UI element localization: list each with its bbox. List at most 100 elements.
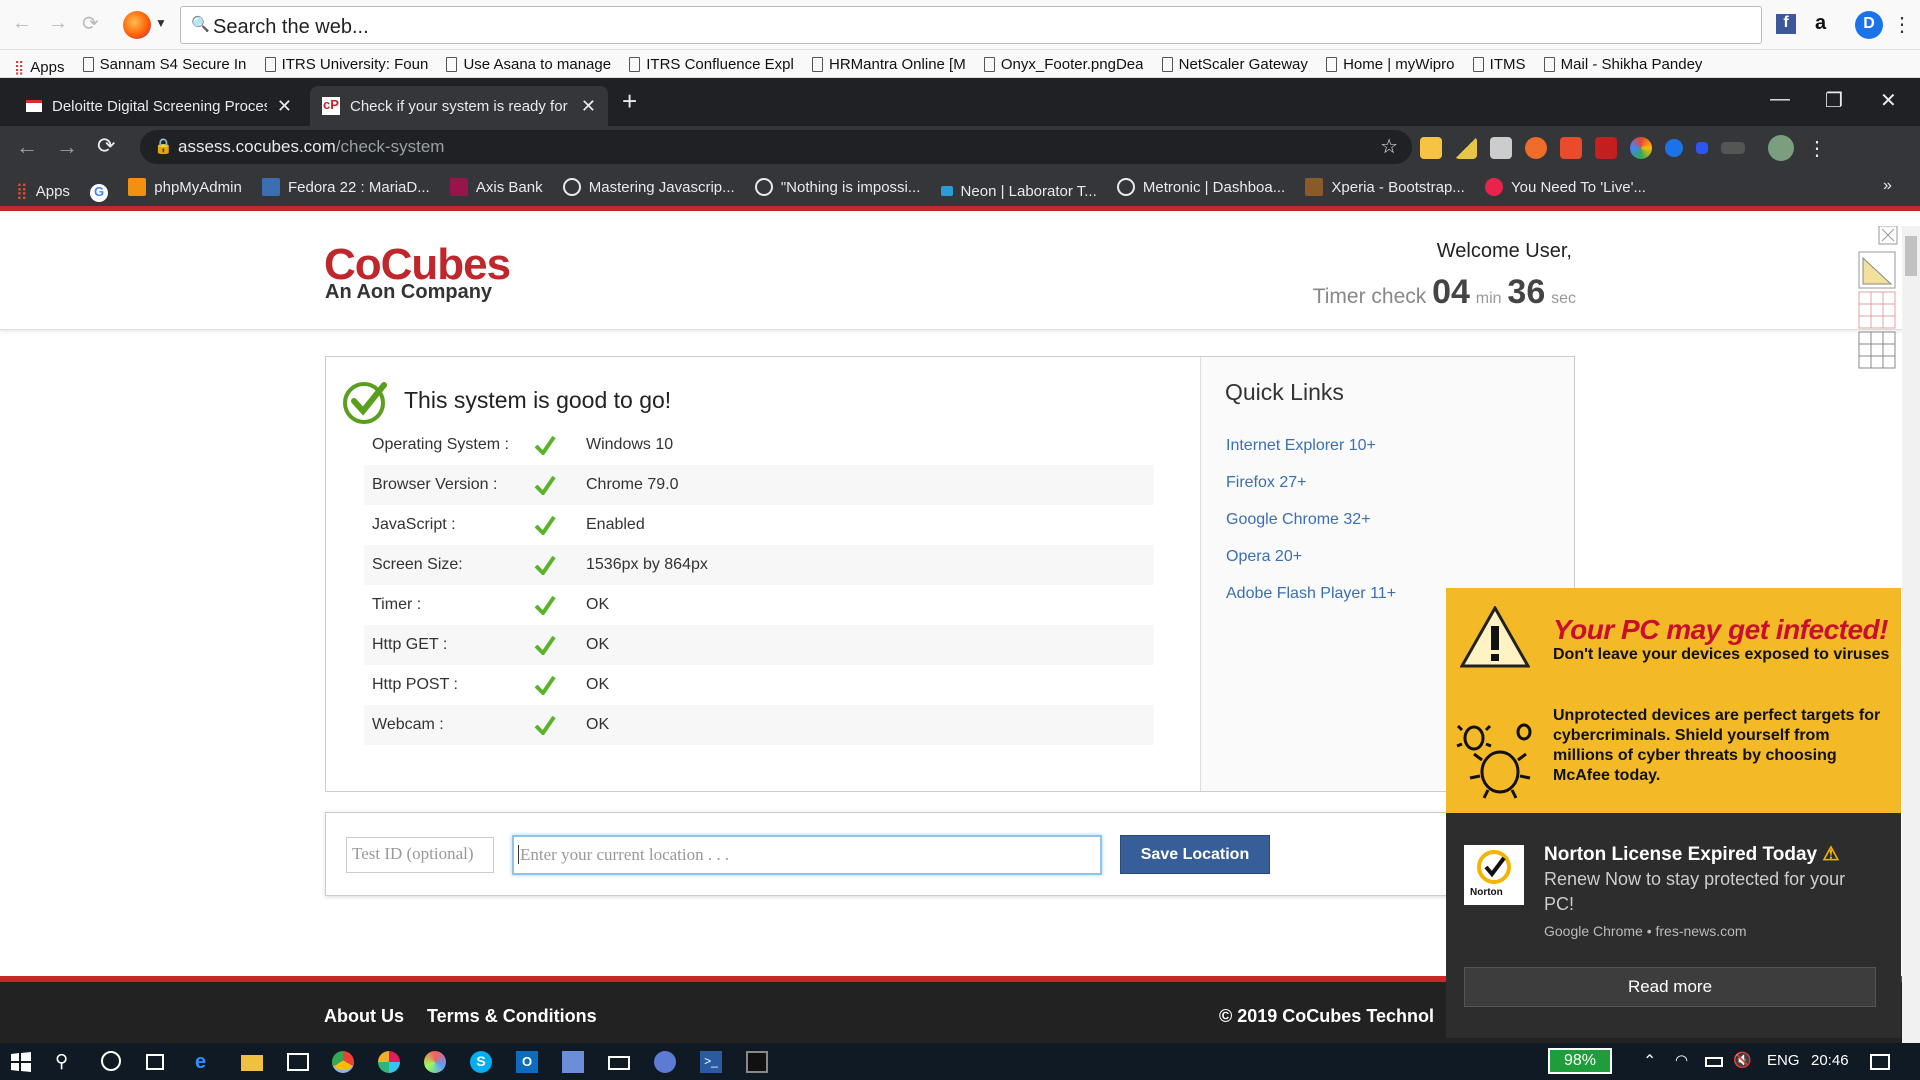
location-input[interactable]: Enter your current location . . . xyxy=(512,835,1102,875)
bookmark-item[interactable]: Use Asana to manage xyxy=(446,50,611,77)
battery-icon[interactable] xyxy=(1705,1057,1723,1067)
cortana-icon[interactable] xyxy=(101,1051,121,1071)
chevron-down-icon[interactable]: ▼ xyxy=(155,16,167,30)
outlook-icon[interactable]: O xyxy=(516,1051,538,1073)
bookmark-item[interactable]: ITRS Confluence Expl xyxy=(629,50,794,77)
bookmark-apps[interactable]: ⣿ Apps xyxy=(14,53,64,77)
menu-icon[interactable]: ⋮ xyxy=(1807,136,1827,161)
read-more-button[interactable]: Read more xyxy=(1464,967,1876,1007)
chevron-up-icon[interactable]: ⌃ xyxy=(1643,1051,1665,1073)
amazon-icon[interactable]: a xyxy=(1815,12,1826,35)
firefox-logo-icon[interactable] xyxy=(123,11,151,39)
bookmark-item[interactable]: Axis Bank xyxy=(449,168,543,206)
extension-icon[interactable] xyxy=(1525,137,1547,159)
test-id-input[interactable]: Test ID (optional) xyxy=(346,837,494,873)
search-icon[interactable]: ⚲ xyxy=(55,1051,77,1073)
chrome-icon[interactable] xyxy=(332,1051,354,1073)
file-explorer-icon[interactable] xyxy=(241,1055,263,1071)
bookmark-item[interactable]: Xperia - Bootstrap... xyxy=(1305,168,1465,206)
extension-icon[interactable] xyxy=(1490,137,1512,159)
forward-icon[interactable]: → xyxy=(48,12,68,35)
chevron-right-icon[interactable]: » xyxy=(1883,177,1892,195)
task-view-icon[interactable] xyxy=(146,1054,164,1070)
quick-link-ie[interactable]: Internet Explorer 10+ xyxy=(1226,437,1376,455)
bookmark-item[interactable]: Mail - Shikha Pandey xyxy=(1543,50,1702,77)
extension-icon[interactable] xyxy=(1420,137,1442,159)
bookmark-apps[interactable]: ⣿ Apps xyxy=(16,172,70,206)
extension-icon[interactable] xyxy=(1665,139,1683,157)
mcafee-ad-popup[interactable]: Your PC may get infected! Don't leave yo… xyxy=(1446,588,1901,813)
forward-icon[interactable]: → xyxy=(56,134,78,160)
minimize-icon[interactable]: — xyxy=(1770,88,1790,111)
reload-icon[interactable]: ⟳ xyxy=(82,11,99,36)
bookmark-item[interactable]: Mastering Javascrip... xyxy=(562,168,735,206)
skype-icon[interactable]: S xyxy=(470,1051,492,1073)
close-icon[interactable]: ✕ xyxy=(581,96,596,117)
notifications-icon[interactable] xyxy=(1870,1054,1890,1070)
avatar[interactable] xyxy=(1768,135,1794,161)
about-us-link[interactable]: About Us xyxy=(324,1006,404,1027)
quick-link-firefox[interactable]: Firefox 27+ xyxy=(1226,474,1306,492)
bookmark-google[interactable]: G xyxy=(90,174,109,206)
norton-notification[interactable]: Norton Norton License Expired Today ⚠ Re… xyxy=(1446,813,1901,1038)
bookmark-item[interactable]: Metronic | Dashboa... xyxy=(1116,168,1285,206)
tab-cocubes[interactable]: cP Check if your system is ready for ✕ xyxy=(310,86,608,126)
save-location-button[interactable]: Save Location xyxy=(1120,835,1270,874)
bookmark-item[interactable]: Onyx_Footer.pngDea xyxy=(983,50,1143,77)
edge-icon[interactable]: e xyxy=(195,1051,217,1073)
extension-icon[interactable] xyxy=(1696,142,1708,154)
bookmark-item[interactable]: You Need To 'Live'... xyxy=(1484,168,1646,206)
network-app-icon[interactable] xyxy=(562,1051,584,1073)
wifi-icon[interactable]: ◠ xyxy=(1675,1051,1697,1073)
row-label: Screen Size: xyxy=(372,556,463,573)
menu-icon[interactable]: ⋮ xyxy=(1892,12,1912,37)
powershell-icon[interactable]: >_ xyxy=(700,1051,722,1073)
battery-indicator[interactable]: 98% xyxy=(1548,1048,1612,1074)
tab-deloitte[interactable]: Deloitte Digital Screening Proces ✕ xyxy=(14,86,304,126)
bookmark-item[interactable]: Neon | Laborator T... xyxy=(940,172,1097,206)
scrollbar-thumb[interactable] xyxy=(1905,236,1917,276)
window-close-icon[interactable]: ✕ xyxy=(1880,88,1897,113)
mail-icon[interactable] xyxy=(608,1056,630,1070)
slack-icon[interactable] xyxy=(378,1051,400,1073)
language-indicator[interactable]: ENG xyxy=(1767,1052,1800,1069)
terminal-icon[interactable] xyxy=(746,1051,768,1073)
fedora-icon xyxy=(261,178,280,196)
quick-link-opera[interactable]: Opera 20+ xyxy=(1226,548,1302,566)
extension-icon[interactable] xyxy=(1630,137,1652,159)
back-icon[interactable]: ← xyxy=(16,134,38,160)
bookmark-item[interactable]: phpMyAdmin xyxy=(128,168,242,206)
new-tab-icon[interactable]: + xyxy=(622,86,637,117)
windows-start-icon[interactable] xyxy=(10,1051,32,1073)
pdf-icon[interactable] xyxy=(1595,137,1617,159)
bookmark-item[interactable]: ITMS xyxy=(1472,50,1526,77)
bookmark-item[interactable]: NetScaler Gateway xyxy=(1161,50,1308,77)
bookmark-item[interactable]: HRMantra Online [M xyxy=(812,50,966,77)
bookmark-item[interactable]: Home | myWipro xyxy=(1326,50,1454,77)
restore-icon[interactable]: ❐ xyxy=(1825,88,1843,113)
terms-link[interactable]: Terms & Conditions xyxy=(427,1006,597,1027)
star-icon[interactable]: ☆ xyxy=(1380,134,1398,159)
volume-muted-icon[interactable]: 🔇 xyxy=(1733,1051,1755,1073)
back-icon[interactable]: ← xyxy=(12,12,32,35)
quick-link-chrome[interactable]: Google Chrome 32+ xyxy=(1226,511,1371,529)
app-icon[interactable] xyxy=(654,1051,676,1073)
extension-icon[interactable] xyxy=(1721,142,1745,154)
store-icon[interactable] xyxy=(287,1053,309,1071)
close-icon[interactable]: ✕ xyxy=(277,96,292,117)
app-icon[interactable] xyxy=(424,1051,446,1073)
profile-icon[interactable]: D xyxy=(1855,11,1883,39)
bookmark-item[interactable]: ITRS University: Foun xyxy=(264,50,428,77)
quick-link-flash[interactable]: Adobe Flash Player 11+ xyxy=(1226,585,1396,603)
address-bar[interactable]: 🔒 assess.cocubes.com/check-system ☆ xyxy=(140,130,1412,164)
facebook-icon[interactable]: f xyxy=(1776,14,1796,34)
clock[interactable]: 20:46 xyxy=(1811,1052,1849,1069)
bookmark-item[interactable]: Sannam S4 Secure In xyxy=(82,50,246,77)
extension-icon[interactable] xyxy=(1560,137,1582,159)
extension-icon[interactable] xyxy=(1455,137,1477,159)
bookmark-item[interactable]: Fedora 22 : MariaD... xyxy=(261,168,430,206)
reload-icon[interactable]: ⟳ xyxy=(97,133,115,159)
bookmark-item[interactable]: "Nothing is impossi... xyxy=(754,168,920,206)
page-scrollbar[interactable] xyxy=(1902,226,1920,1043)
web-search-input[interactable]: Search the web... xyxy=(180,6,1762,44)
